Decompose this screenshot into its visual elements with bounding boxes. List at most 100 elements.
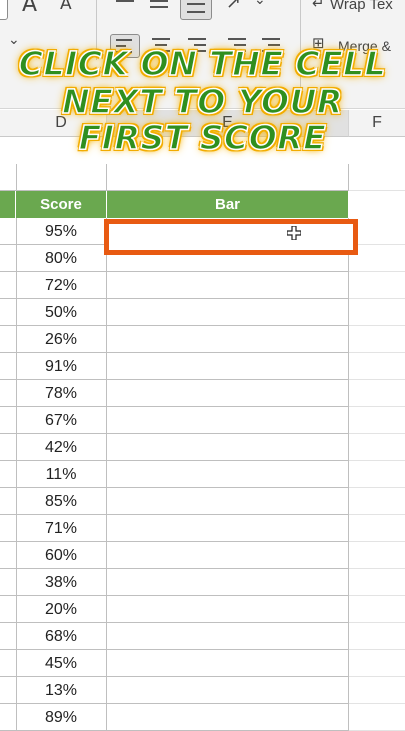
cell[interactable] bbox=[349, 434, 405, 461]
cell[interactable] bbox=[349, 272, 405, 299]
score-cell[interactable]: 45% bbox=[16, 650, 107, 677]
score-cell[interactable]: 91% bbox=[16, 353, 107, 380]
table-row: 91% bbox=[0, 353, 405, 380]
score-cell[interactable]: 13% bbox=[16, 677, 107, 704]
table-row: 11% bbox=[0, 461, 405, 488]
cell[interactable] bbox=[0, 596, 17, 623]
cell[interactable] bbox=[0, 650, 17, 677]
cell[interactable] bbox=[0, 299, 17, 326]
table-row: 72% bbox=[0, 272, 405, 299]
score-cell[interactable]: 71% bbox=[16, 515, 107, 542]
cell[interactable] bbox=[0, 326, 17, 353]
cell[interactable] bbox=[349, 650, 405, 677]
cell[interactable] bbox=[349, 704, 405, 731]
cell[interactable] bbox=[349, 164, 405, 191]
cell[interactable] bbox=[349, 353, 405, 380]
cell[interactable] bbox=[349, 515, 405, 542]
cell[interactable] bbox=[0, 704, 17, 731]
cell[interactable] bbox=[0, 164, 17, 191]
table-row: 38% bbox=[0, 569, 405, 596]
bar-cell[interactable] bbox=[107, 515, 349, 542]
score-cell[interactable]: 85% bbox=[16, 488, 107, 515]
selected-cell-e[interactable] bbox=[104, 219, 358, 255]
cell[interactable] bbox=[0, 488, 17, 515]
cell[interactable] bbox=[349, 407, 405, 434]
bar-cell[interactable] bbox=[107, 569, 349, 596]
cell[interactable] bbox=[0, 569, 17, 596]
cell[interactable] bbox=[349, 380, 405, 407]
cell[interactable] bbox=[349, 461, 405, 488]
increase-font-size-button[interactable]: A bbox=[22, 0, 37, 17]
cell[interactable] bbox=[349, 326, 405, 353]
score-cell[interactable]: 68% bbox=[16, 623, 107, 650]
header-cell-bar[interactable]: Bar bbox=[107, 191, 349, 218]
bar-cell[interactable] bbox=[107, 677, 349, 704]
bar-cell[interactable] bbox=[107, 542, 349, 569]
score-cell[interactable]: 26% bbox=[16, 326, 107, 353]
bar-cell[interactable] bbox=[107, 326, 349, 353]
score-cell[interactable]: 50% bbox=[16, 299, 107, 326]
decrease-font-size-button[interactable]: A bbox=[60, 0, 72, 14]
cell[interactable] bbox=[0, 542, 17, 569]
bar-cell[interactable] bbox=[107, 407, 349, 434]
score-cell[interactable]: 60% bbox=[16, 542, 107, 569]
cell[interactable] bbox=[0, 677, 17, 704]
cell[interactable] bbox=[0, 380, 17, 407]
cell[interactable] bbox=[0, 434, 17, 461]
cell[interactable] bbox=[0, 623, 17, 650]
score-cell[interactable]: 67% bbox=[16, 407, 107, 434]
orientation-dropdown-icon[interactable]: ⌄ bbox=[254, 0, 266, 8]
bar-cell[interactable] bbox=[107, 272, 349, 299]
cell[interactable] bbox=[349, 596, 405, 623]
table-row: 20% bbox=[0, 596, 405, 623]
cell[interactable] bbox=[0, 515, 17, 542]
score-cell[interactable]: 78% bbox=[16, 380, 107, 407]
cell[interactable] bbox=[0, 353, 17, 380]
cell[interactable] bbox=[349, 488, 405, 515]
cell[interactable] bbox=[349, 623, 405, 650]
bar-cell[interactable] bbox=[107, 650, 349, 677]
bar-cell[interactable] bbox=[107, 299, 349, 326]
bar-cell[interactable] bbox=[107, 488, 349, 515]
bar-cell[interactable] bbox=[107, 596, 349, 623]
score-cell[interactable]: 42% bbox=[16, 434, 107, 461]
cell[interactable] bbox=[107, 164, 349, 191]
score-cell[interactable]: 89% bbox=[16, 704, 107, 731]
score-cell[interactable]: 95% bbox=[16, 218, 107, 245]
bar-cell[interactable] bbox=[107, 353, 349, 380]
bar-cell[interactable] bbox=[107, 434, 349, 461]
cell[interactable] bbox=[349, 677, 405, 704]
table-row: 60% bbox=[0, 542, 405, 569]
table-row: 13% bbox=[0, 677, 405, 704]
bar-cell[interactable] bbox=[107, 380, 349, 407]
orientation-icon[interactable]: ↗ bbox=[226, 0, 241, 13]
header-cell-score[interactable]: Score bbox=[16, 191, 107, 218]
cell[interactable] bbox=[349, 542, 405, 569]
score-cell[interactable]: 38% bbox=[16, 569, 107, 596]
cell[interactable] bbox=[0, 245, 17, 272]
score-cell[interactable]: 20% bbox=[16, 596, 107, 623]
table-row: 68% bbox=[0, 623, 405, 650]
align-middle-icon[interactable] bbox=[150, 0, 168, 8]
header-cell-left[interactable] bbox=[0, 191, 16, 218]
cell[interactable] bbox=[0, 407, 17, 434]
score-cell[interactable]: 80% bbox=[16, 245, 107, 272]
align-top-icon[interactable] bbox=[116, 0, 134, 6]
table-row: 71% bbox=[0, 515, 405, 542]
cell[interactable] bbox=[16, 164, 107, 191]
cell[interactable] bbox=[349, 299, 405, 326]
cell[interactable] bbox=[0, 461, 17, 488]
cell[interactable] bbox=[0, 218, 17, 245]
bar-cell[interactable] bbox=[107, 461, 349, 488]
cell[interactable] bbox=[349, 569, 405, 596]
align-bottom-button[interactable] bbox=[180, 0, 212, 20]
wrap-text-button[interactable]: Wrap Tex bbox=[330, 0, 393, 13]
wrap-text-icon[interactable]: ↵ bbox=[312, 0, 325, 12]
font-size-box[interactable] bbox=[0, 0, 8, 20]
cell[interactable] bbox=[0, 272, 17, 299]
score-cell[interactable]: 11% bbox=[16, 461, 107, 488]
bar-cell[interactable] bbox=[107, 623, 349, 650]
tutorial-caption-line2: NEXT TO YOUR bbox=[61, 81, 343, 122]
score-cell[interactable]: 72% bbox=[16, 272, 107, 299]
bar-cell[interactable] bbox=[107, 704, 349, 731]
